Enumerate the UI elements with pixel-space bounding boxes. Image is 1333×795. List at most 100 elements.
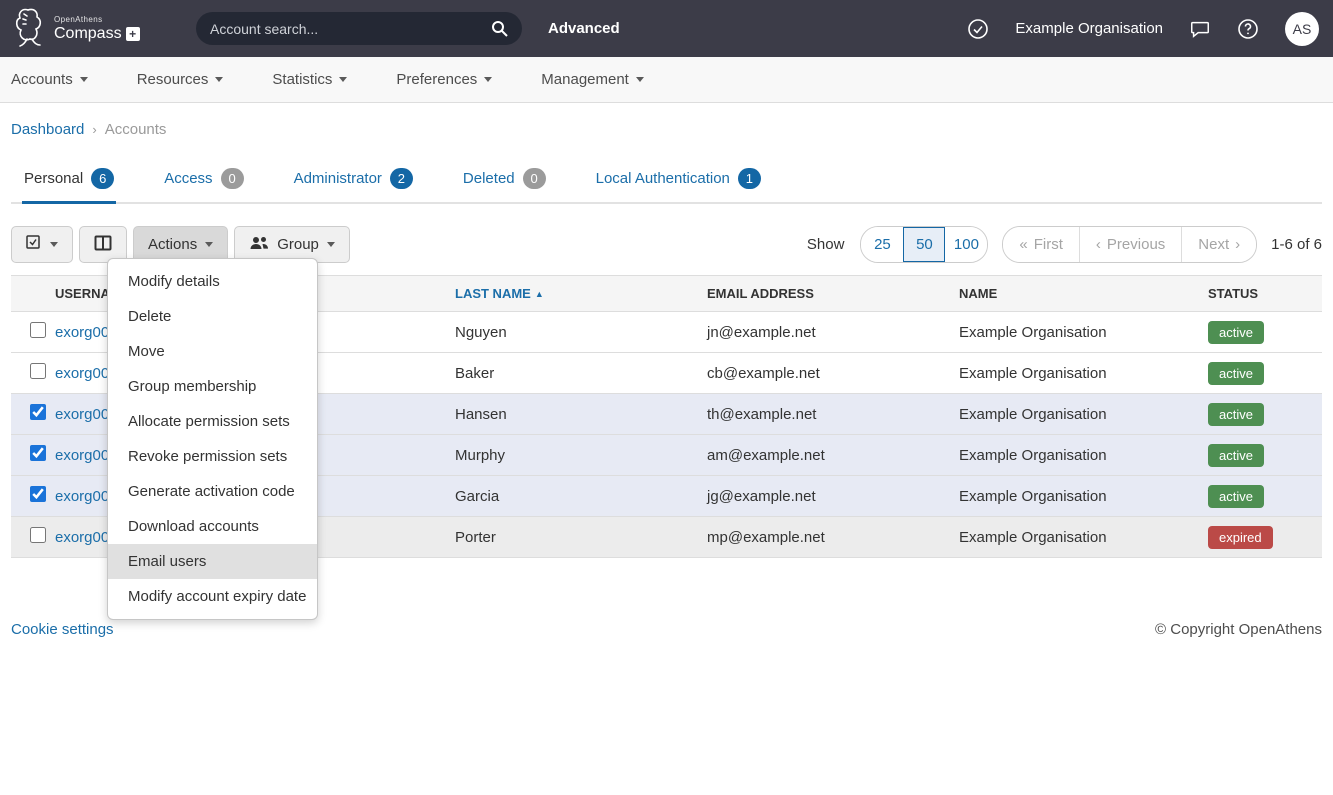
status-badge: active bbox=[1208, 444, 1264, 467]
page-size-25[interactable]: 25 bbox=[861, 227, 903, 262]
caret-down-icon bbox=[339, 77, 347, 82]
tab-administrator[interactable]: Administrator2 bbox=[292, 168, 415, 204]
row-checkbox[interactable] bbox=[30, 322, 46, 338]
last-name-cell: Garcia bbox=[451, 476, 703, 517]
org-name-cell: Example Organisation bbox=[955, 312, 1204, 353]
page-size-50[interactable]: 50 bbox=[903, 227, 945, 262]
last-name-cell: Murphy bbox=[451, 435, 703, 476]
row-checkbox[interactable] bbox=[30, 404, 46, 420]
main-nav: Accounts Resources Statistics Preference… bbox=[0, 57, 1333, 103]
nav-management[interactable]: Management bbox=[541, 71, 644, 88]
menu-item-group-membership[interactable]: Group membership bbox=[108, 369, 317, 404]
tab-count-badge: 2 bbox=[390, 168, 413, 189]
header-email[interactable]: EMAIL ADDRESS bbox=[703, 276, 955, 312]
tab-local-authentication[interactable]: Local Authentication1 bbox=[594, 168, 763, 204]
nav-accounts[interactable]: Accounts bbox=[11, 71, 88, 88]
header-select-all bbox=[11, 276, 51, 312]
menu-item-move[interactable]: Move bbox=[108, 334, 317, 369]
breadcrumb-dashboard-link[interactable]: Dashboard bbox=[11, 121, 84, 138]
tab-count-badge: 0 bbox=[523, 168, 546, 189]
topbar: OpenAthens Compass + Advanced Example Or… bbox=[0, 0, 1333, 57]
row-checkbox[interactable] bbox=[30, 363, 46, 379]
breadcrumb-current: Accounts bbox=[105, 121, 167, 138]
nav-preferences[interactable]: Preferences bbox=[396, 71, 492, 88]
caret-down-icon bbox=[205, 242, 213, 247]
openathens-owl-icon bbox=[10, 4, 50, 53]
next-page-button[interactable]: Next › bbox=[1181, 227, 1256, 262]
columns-icon bbox=[94, 235, 112, 255]
email-cell: th@example.net bbox=[703, 394, 955, 435]
cookie-settings-link[interactable]: Cookie settings bbox=[11, 621, 114, 638]
caret-down-icon bbox=[327, 242, 335, 247]
account-search-box[interactable] bbox=[196, 12, 522, 45]
email-cell: am@example.net bbox=[703, 435, 955, 476]
header-last-name[interactable]: LAST NAME▲ bbox=[451, 276, 703, 312]
page-size-100[interactable]: 100 bbox=[945, 227, 987, 262]
header-name[interactable]: NAME bbox=[955, 276, 1204, 312]
caret-down-icon bbox=[50, 242, 58, 247]
menu-item-allocate-permission-sets[interactable]: Allocate permission sets bbox=[108, 404, 317, 439]
previous-page-button[interactable]: ‹ Previous bbox=[1079, 227, 1181, 262]
caret-down-icon bbox=[484, 77, 492, 82]
menu-item-delete[interactable]: Delete bbox=[108, 299, 317, 334]
menu-item-generate-activation-code[interactable]: Generate activation code bbox=[108, 474, 317, 509]
brand-name-small: OpenAthens bbox=[54, 16, 140, 24]
sort-asc-icon: ▲ bbox=[535, 289, 544, 299]
caret-down-icon bbox=[215, 77, 223, 82]
caret-down-icon bbox=[636, 77, 644, 82]
chat-icon[interactable] bbox=[1189, 18, 1211, 40]
menu-item-download-accounts[interactable]: Download accounts bbox=[108, 509, 317, 544]
compass-plus-icon: + bbox=[126, 27, 140, 41]
org-name-cell: Example Organisation bbox=[955, 394, 1204, 435]
tab-access[interactable]: Access0 bbox=[162, 168, 245, 204]
menu-item-modify-details[interactable]: Modify details bbox=[108, 264, 317, 299]
email-cell: mp@example.net bbox=[703, 517, 955, 558]
tab-count-badge: 6 bbox=[91, 168, 114, 189]
account-search-input[interactable] bbox=[210, 21, 491, 37]
status-badge: active bbox=[1208, 403, 1264, 426]
caret-down-icon bbox=[80, 77, 88, 82]
nav-statistics[interactable]: Statistics bbox=[272, 71, 347, 88]
pagination: « First ‹ Previous Next › bbox=[1002, 226, 1257, 263]
result-range: 1-6 of 6 bbox=[1271, 236, 1322, 253]
org-name-cell: Example Organisation bbox=[955, 353, 1204, 394]
last-name-cell: Baker bbox=[451, 353, 703, 394]
row-checkbox[interactable] bbox=[30, 527, 46, 543]
brand-logo[interactable]: OpenAthens Compass + bbox=[10, 4, 190, 53]
tab-personal[interactable]: Personal6 bbox=[22, 168, 116, 204]
copyright-text: © Copyright OpenAthens bbox=[1155, 621, 1322, 638]
breadcrumb-separator-icon: › bbox=[92, 122, 96, 137]
menu-item-email-users[interactable]: Email users bbox=[108, 544, 317, 579]
tab-deleted[interactable]: Deleted0 bbox=[461, 168, 548, 204]
status-badge: expired bbox=[1208, 526, 1273, 549]
checkbox-select-icon bbox=[26, 235, 42, 255]
header-status[interactable]: STATUS bbox=[1204, 276, 1322, 312]
user-avatar[interactable]: AS bbox=[1285, 12, 1319, 46]
chevron-left-icon: ‹ bbox=[1096, 236, 1101, 253]
advanced-search-link[interactable]: Advanced bbox=[548, 20, 620, 37]
search-icon[interactable] bbox=[491, 20, 508, 37]
double-chevron-left-icon: « bbox=[1019, 236, 1027, 253]
org-name-cell: Example Organisation bbox=[955, 517, 1204, 558]
tab-count-badge: 1 bbox=[738, 168, 761, 189]
org-name-cell: Example Organisation bbox=[955, 476, 1204, 517]
menu-item-modify-account-expiry-date[interactable]: Modify account expiry date bbox=[108, 579, 317, 614]
select-rows-button[interactable] bbox=[11, 226, 73, 263]
actions-dropdown-menu: Modify details Delete Move Group members… bbox=[107, 258, 318, 620]
email-cell: jg@example.net bbox=[703, 476, 955, 517]
org-name-cell: Example Organisation bbox=[955, 435, 1204, 476]
help-icon[interactable] bbox=[1237, 18, 1259, 40]
last-name-cell: Nguyen bbox=[451, 312, 703, 353]
organisation-name[interactable]: Example Organisation bbox=[1015, 20, 1163, 37]
first-page-button[interactable]: « First bbox=[1003, 227, 1079, 262]
menu-item-revoke-permission-sets[interactable]: Revoke permission sets bbox=[108, 439, 317, 474]
chevron-right-icon: › bbox=[1235, 236, 1240, 253]
nav-resources[interactable]: Resources bbox=[137, 71, 224, 88]
check-circle-icon[interactable] bbox=[967, 18, 989, 40]
status-badge: active bbox=[1208, 485, 1264, 508]
row-checkbox[interactable] bbox=[30, 445, 46, 461]
status-badge: active bbox=[1208, 321, 1264, 344]
email-cell: jn@example.net bbox=[703, 312, 955, 353]
row-checkbox[interactable] bbox=[30, 486, 46, 502]
show-label: Show bbox=[807, 236, 845, 253]
